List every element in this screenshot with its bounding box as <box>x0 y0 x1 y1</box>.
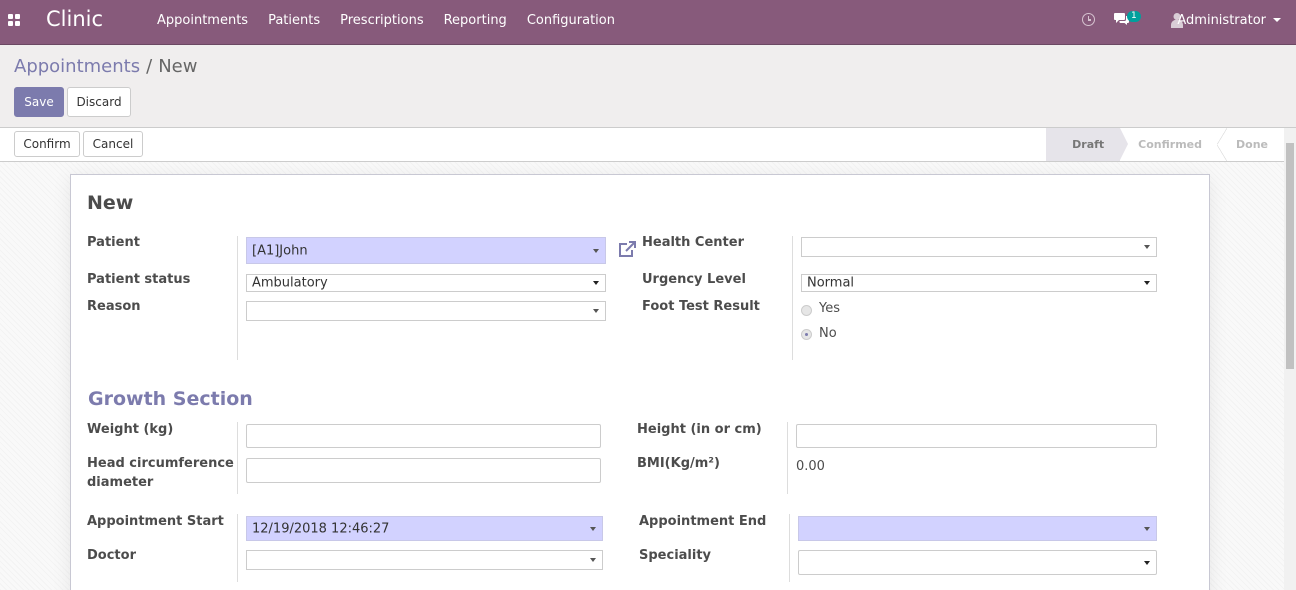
patient-status-value: Ambulatory <box>252 275 328 291</box>
top-navbar: Clinic Appointments Patients Prescriptio… <box>0 0 1296 45</box>
chevron-down-icon[interactable] <box>1144 281 1150 285</box>
head-circumference-label-line2: diameter <box>87 475 154 490</box>
weight-input[interactable] <box>246 424 601 448</box>
urgency-level-label: Urgency Level <box>642 272 746 287</box>
health-center-label: Health Center <box>642 235 744 250</box>
main-menu: Appointments Patients Prescriptions Repo… <box>147 0 625 45</box>
scrollbar[interactable] <box>1284 128 1296 590</box>
appointment-start-datetime[interactable]: 12/19/2018 12:46:27 <box>246 516 603 541</box>
chevron-down-icon[interactable] <box>1144 560 1150 565</box>
group-divider <box>792 236 793 360</box>
chevron-down-icon[interactable] <box>1144 526 1150 531</box>
group-divider <box>237 514 238 582</box>
save-button[interactable]: Save <box>14 87 64 117</box>
chevron-down-icon[interactable] <box>1273 18 1281 22</box>
chat-count-badge: 1 <box>1127 11 1141 22</box>
urgency-level-select[interactable]: Normal <box>801 274 1157 292</box>
chevron-down-icon[interactable] <box>1144 245 1150 249</box>
weight-label: Weight (kg) <box>87 422 174 437</box>
breadcrumb: Appointments / New <box>14 56 197 77</box>
chevron-down-icon[interactable] <box>590 526 596 531</box>
cancel-button[interactable]: Cancel <box>83 131 143 157</box>
stage-pipeline: Draft Confirmed Done <box>1046 128 1284 161</box>
stage-draft[interactable]: Draft <box>1046 128 1129 161</box>
stage-confirmed[interactable]: Confirmed <box>1120 128 1218 161</box>
discard-button[interactable]: Discard <box>67 87 131 117</box>
breadcrumb-appointments-link[interactable]: Appointments <box>14 56 140 77</box>
patient-status-label: Patient status <box>87 272 191 287</box>
menu-item-prescriptions[interactable]: Prescriptions <box>330 0 433 45</box>
app-brand[interactable]: Clinic <box>46 7 103 31</box>
speciality-select[interactable] <box>798 550 1157 575</box>
foot-test-no-radio[interactable] <box>801 329 812 340</box>
user-menu[interactable]: Administrator <box>1177 0 1266 41</box>
external-link-icon[interactable] <box>617 240 637 258</box>
growth-section-title: Growth Section <box>88 388 253 410</box>
chevron-down-icon[interactable] <box>590 558 596 562</box>
patient-select[interactable]: [A1]John <box>246 237 606 264</box>
confirm-button[interactable]: Confirm <box>14 131 80 157</box>
group-divider <box>237 422 238 494</box>
patient-status-select[interactable]: Ambulatory <box>246 274 606 292</box>
bmi-value: 0.00 <box>796 459 825 474</box>
chevron-down-icon[interactable] <box>593 309 599 313</box>
health-center-select[interactable] <box>801 237 1157 257</box>
record-title: New <box>87 192 134 214</box>
stage-done[interactable]: Done <box>1217 128 1284 161</box>
breadcrumb-separator: / <box>146 56 153 77</box>
head-circumference-label-line1: Head circumference <box>87 456 234 471</box>
menu-item-patients[interactable]: Patients <box>258 0 330 45</box>
appointment-end-datetime[interactable] <box>798 516 1157 541</box>
height-label: Height (in or cm) <box>637 422 762 437</box>
control-panel: Appointments / New Save Discard <box>0 45 1296 128</box>
appointment-start-label: Appointment Start <box>87 514 224 529</box>
menu-item-reporting[interactable]: Reporting <box>434 0 517 45</box>
group-divider <box>237 236 238 360</box>
menu-item-appointments[interactable]: Appointments <box>147 0 258 45</box>
height-input[interactable] <box>796 424 1157 448</box>
chevron-down-icon[interactable] <box>593 281 599 285</box>
chevron-down-icon[interactable] <box>593 248 599 253</box>
reason-label: Reason <box>87 299 141 314</box>
bmi-label: BMI(Kg/m²) <box>637 456 720 471</box>
group-divider <box>789 514 790 582</box>
patient-value: [A1]John <box>252 243 308 258</box>
urgency-level-value: Normal <box>807 275 855 291</box>
scrollbar-thumb[interactable] <box>1286 143 1294 369</box>
doctor-select[interactable] <box>246 550 603 570</box>
foot-test-yes-label[interactable]: Yes <box>819 301 840 316</box>
menu-item-configuration[interactable]: Configuration <box>517 0 625 45</box>
foot-test-result-label: Foot Test Result <box>642 299 760 314</box>
speciality-label: Speciality <box>639 548 712 563</box>
appointment-end-label: Appointment End <box>639 514 767 529</box>
head-circumference-input[interactable] <box>246 458 601 483</box>
foot-test-no-label[interactable]: No <box>819 326 837 341</box>
foot-test-yes-radio[interactable] <box>801 305 812 316</box>
patient-label: Patient <box>87 235 140 250</box>
group-divider <box>787 422 788 494</box>
status-bar: Confirm Cancel Draft Confirmed Done <box>0 128 1284 162</box>
breadcrumb-current: New <box>158 56 198 77</box>
doctor-label: Doctor <box>87 548 136 563</box>
activity-clock-icon[interactable] <box>1082 13 1095 26</box>
reason-select[interactable] <box>246 301 606 321</box>
appointment-start-value: 12/19/2018 12:46:27 <box>252 521 390 536</box>
apps-grid-icon[interactable] <box>8 14 21 27</box>
